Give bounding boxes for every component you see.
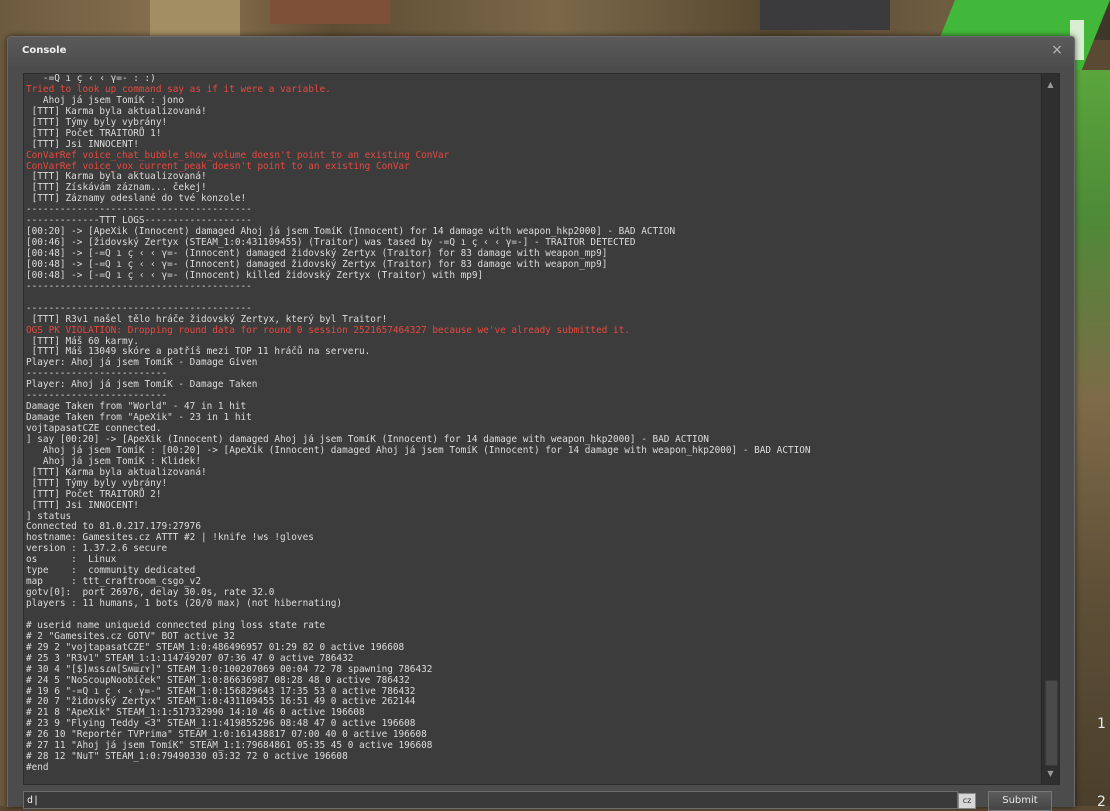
- log-line-error: OGS PK VIOLATION: Dropping round data fo…: [26, 324, 630, 336]
- log-line: [TTT] Jsi INNOCENT!: [26, 499, 139, 511]
- log-line: [TTT] R3v1 našel tělo hráče židovský Zer…: [26, 313, 388, 325]
- log-line: ----------------------------------------: [26, 302, 252, 314]
- hud-number: 2: [1097, 794, 1106, 806]
- command-input[interactable]: [23, 791, 958, 809]
- log-line: [TTT] Týmy byly vybrány!: [26, 477, 168, 489]
- log-line: [TTT] Karma byla aktualizovaná!: [26, 105, 207, 117]
- background-block: [760, 0, 890, 30]
- log-line: hostname: Gamesites.cz ATTT #2 | !knife …: [26, 532, 314, 544]
- log-line: #end: [26, 762, 49, 774]
- log-line: players : 11 humans, 1 bots (20/0 max) (…: [26, 598, 343, 609]
- submit-button[interactable]: Submit: [988, 791, 1052, 811]
- console-titlebar[interactable]: Console ×: [8, 37, 1074, 65]
- log-line: [TTT] Karma byla aktualizovaná!: [26, 466, 207, 478]
- hud-number: 1: [1097, 716, 1106, 732]
- chevron-up-icon[interactable]: ▲: [1044, 78, 1057, 91]
- background-block: [270, 0, 390, 24]
- log-line: # 28 12 "NuT" STEAM_1:0:79490330 03:32 7…: [26, 751, 348, 763]
- command-row: cz Submit: [23, 791, 1063, 811]
- log-line-error: ConVarRef voice_chat_bubble_show_volume …: [26, 149, 450, 161]
- console-window: Console × -=Q ı ç ‹ ‹ γ=- : :) Tried to l…: [7, 36, 1075, 811]
- chevron-down-icon[interactable]: ▼: [1044, 767, 1057, 780]
- log-line: [TTT] Týmy byly vybrány!: [26, 116, 168, 128]
- log-line: # 30 4 "[$]ʍѕѕɾʍ[Sʍɯɾʏ]" STEAM_1:0:10020…: [26, 663, 433, 675]
- close-icon[interactable]: ×: [1050, 42, 1064, 58]
- log-line: version : 1.37.2.6 secure: [26, 543, 168, 555]
- log-line: Player: Ahoj já jsem TomíK - Damage Give…: [26, 357, 258, 369]
- log-line: # 25 3 "R3v1" STEAM_1:1:114749207 07:36 …: [26, 652, 354, 664]
- log-line: [TTT] Počet TRAITORŮ 1!: [26, 127, 162, 139]
- console-log: -=Q ı ç ‹ ‹ γ=- : :) Tried to look up com…: [26, 74, 1039, 784]
- log-line: [TTT] Jsi INNOCENT!: [26, 138, 139, 150]
- language-badge: cz: [958, 793, 976, 809]
- log-line: # 24 5 "NoScoupNoobíček" STEAM_1:0:86636…: [26, 674, 410, 686]
- log-scrollbar[interactable]: ▲ ▼: [1041, 74, 1059, 784]
- log-line: [TTT] Počet TRAITORŮ 2!: [26, 488, 162, 500]
- log-line: Damage Taken from "ApeXik" - 23 in 1 hit: [26, 412, 252, 424]
- console-log-panel[interactable]: -=Q ı ç ‹ ‹ γ=- : :) Tried to look up com…: [23, 73, 1060, 785]
- scrollbar-thumb[interactable]: [1045, 680, 1058, 766]
- console-title: Console: [22, 45, 67, 56]
- background-block: [150, 0, 240, 36]
- log-line: Player: Ahoj já jsem TomíK - Damage Take…: [26, 379, 258, 391]
- log-line: ----------------------------------------: [26, 280, 252, 292]
